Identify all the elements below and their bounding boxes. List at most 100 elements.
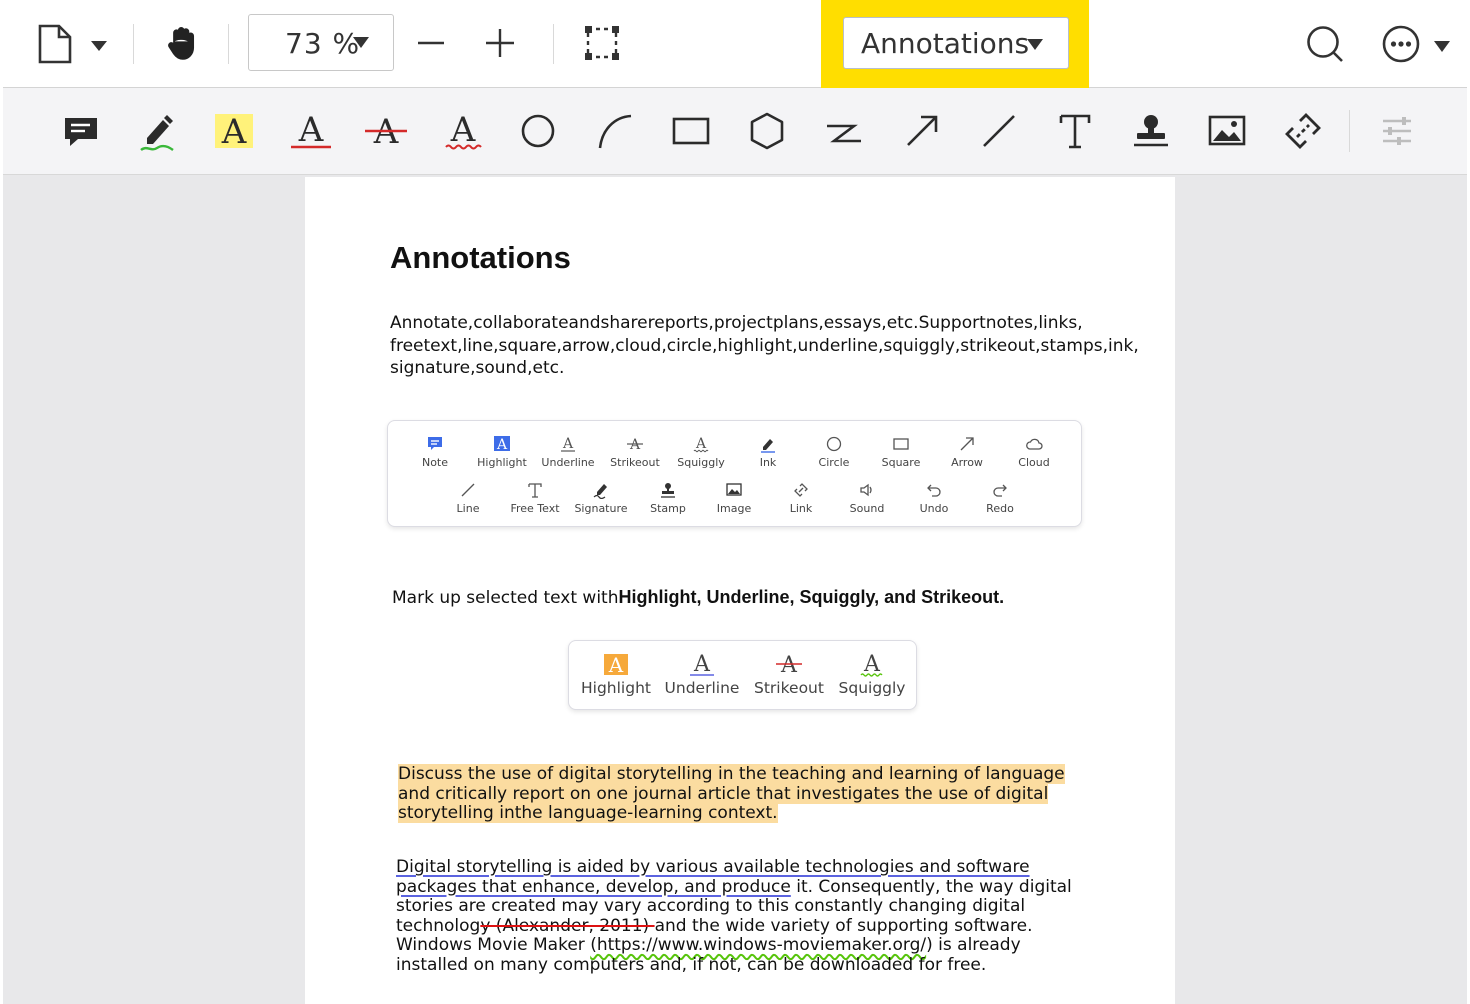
markup-sentence: Mark up selected text withHighlight, Und… [392, 587, 1004, 608]
panel-square: Square [868, 435, 934, 469]
underline-text-icon[interactable]: A [288, 108, 334, 154]
arrow-icon[interactable] [899, 108, 945, 154]
svg-text:A: A [608, 653, 624, 677]
panel-link: Link [768, 481, 834, 515]
markup-bold: Highlight, Underline, Squiggly, and Stri… [618, 587, 1005, 607]
panel-signature: Signature [568, 481, 634, 515]
highlighted-paragraph[interactable]: Discuss the use of digital storytelling … [398, 764, 1098, 824]
strikeout-text-icon[interactable]: A [363, 108, 409, 154]
panel-free-text: Free Text [502, 481, 568, 515]
main-toolbar: 73 % [3, 0, 1467, 88]
highlight-annotation[interactable]: Discuss the use of digital storytelling … [398, 764, 1065, 823]
panel-cloud: Cloud [1001, 435, 1067, 469]
strikeout-annotation[interactable]: y (Alexander, 2011) [480, 916, 654, 936]
line-icon[interactable] [976, 108, 1022, 154]
squiggly-annotation[interactable]: (https://www.windows-moviemaker.org/ [590, 935, 926, 956]
popup-highlight: A Highlight [581, 653, 651, 697]
page-title: Annotations [390, 240, 571, 275]
svg-text:A: A [450, 110, 476, 150]
file-menu-chevron-down-icon[interactable] [90, 37, 108, 51]
more-chevron-down-icon[interactable] [1434, 37, 1450, 52]
signature-icon [593, 484, 607, 499]
svg-text:A: A [221, 112, 247, 152]
svg-text:A: A [780, 653, 798, 677]
circle-icon[interactable] [515, 108, 561, 154]
panel-ink: Ink [735, 435, 801, 469]
panel-undo: Undo [901, 481, 967, 515]
zoom-in-icon[interactable] [485, 28, 515, 58]
panel-image: Image [701, 481, 767, 515]
pan-hand-icon[interactable] [163, 24, 201, 62]
svg-text:A: A [629, 437, 641, 453]
rectangle-icon[interactable] [668, 108, 714, 154]
file-icon[interactable] [37, 24, 73, 64]
svg-text:A: A [695, 436, 707, 452]
panel-arrow: Arrow [934, 435, 1000, 469]
line-shape-icon [461, 483, 475, 497]
panel-redo: Redo [967, 481, 1033, 515]
squiggly-icon: A [860, 652, 883, 677]
strikeout-icon: A [627, 437, 643, 453]
panel-stamp: Stamp [635, 481, 701, 515]
cloud-icon [1026, 438, 1043, 450]
underline-icon: A [690, 652, 714, 677]
free-text-icon[interactable] [1052, 108, 1098, 154]
zoom-select[interactable]: 73 % [248, 14, 394, 71]
markup-prefix: Mark up selected text with [392, 588, 619, 608]
annotation-tools-panel: Note A Highlight A Underline A Strikeout… [387, 420, 1082, 527]
search-icon[interactable] [1305, 24, 1345, 64]
ink-pen-icon[interactable] [135, 108, 181, 154]
panel-underline: A Underline [541, 436, 595, 469]
svg-text:A: A [693, 652, 711, 677]
svg-text:A: A [863, 652, 881, 677]
text-icon [528, 483, 542, 498]
marquee-select-icon[interactable] [584, 25, 620, 61]
zoom-out-icon[interactable] [417, 29, 445, 57]
popup-underline: A Underline [664, 652, 740, 697]
panel-line: Line [435, 481, 501, 515]
intro-paragraph[interactable]: Annotate,collaborateandsharereports,proj… [390, 312, 1139, 380]
popup-strikeout: A Strikeout [754, 653, 824, 697]
svg-text:A: A [496, 437, 508, 453]
stamp-icon[interactable] [1128, 108, 1174, 154]
mode-dropdown[interactable]: Annotations [843, 17, 1069, 69]
squiggly-icon: A [693, 436, 709, 453]
redo-icon [993, 484, 1007, 497]
panel-sound: Sound [834, 481, 900, 515]
mode-chevron-down-icon [1027, 39, 1043, 50]
mode-label: Annotations [861, 27, 1030, 60]
popup-squiggly: A Squiggly [838, 652, 906, 697]
panel-circle: Circle [801, 435, 867, 469]
settings-sliders-icon[interactable] [1374, 108, 1420, 154]
note-icon [428, 437, 442, 450]
ink-icon [761, 439, 775, 453]
highlight-text-icon[interactable]: A [211, 108, 257, 154]
panel-note: Note [402, 435, 468, 469]
image-small-icon [726, 483, 742, 496]
sound-icon [860, 483, 872, 497]
more-options-icon[interactable] [1381, 24, 1421, 64]
zoom-value: 73 % [285, 27, 361, 60]
image-icon[interactable] [1204, 108, 1250, 154]
circle-shape-icon [826, 436, 842, 452]
polyline-icon[interactable] [821, 108, 867, 154]
squiggly-text-icon[interactable]: A [440, 108, 486, 154]
link-small-icon [794, 483, 808, 497]
strikeout-icon: A [776, 653, 802, 677]
arrow-shape-icon [960, 437, 974, 451]
panel-highlight: A Highlight [477, 436, 527, 469]
square-shape-icon [893, 438, 909, 450]
comment-icon[interactable] [58, 108, 104, 154]
underline-icon: A [561, 436, 575, 452]
annotation-toolbar: A A A A [3, 88, 1467, 175]
annotated-paragraph[interactable]: Digital storytelling is aided by various… [396, 857, 1096, 976]
zoom-chevron-down-icon [353, 37, 369, 48]
svg-text:A: A [298, 110, 324, 150]
text-markup-popup: A Highlight A Underline A Strikeout A Sq… [568, 640, 917, 710]
panel-squiggly: A Squiggly [677, 436, 725, 469]
link-icon[interactable] [1280, 108, 1326, 154]
stamp-small-icon [661, 483, 675, 498]
arc-icon[interactable] [592, 108, 638, 154]
svg-text:A: A [562, 436, 574, 452]
polygon-icon[interactable] [744, 108, 790, 154]
